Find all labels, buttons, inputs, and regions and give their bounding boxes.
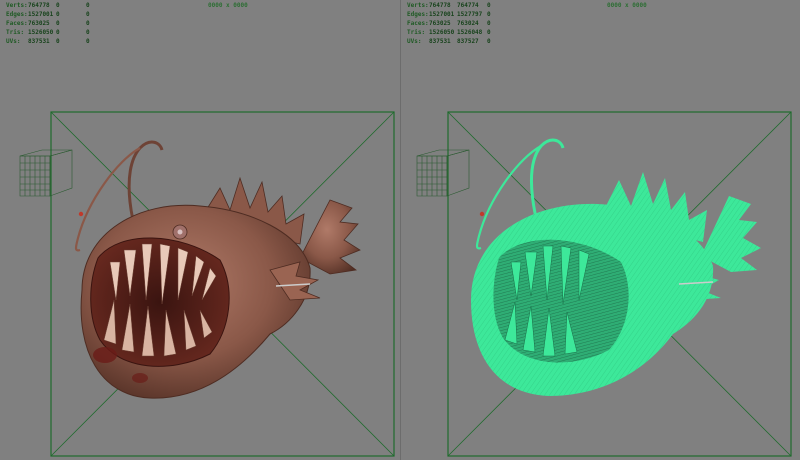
viewport-scene-left[interactable] bbox=[0, 0, 400, 460]
viewport-scene-right[interactable] bbox=[401, 0, 800, 460]
locator-marker[interactable] bbox=[78, 211, 84, 217]
locator-marker[interactable] bbox=[479, 211, 485, 217]
anglerfish-model[interactable] bbox=[74, 140, 361, 399]
view-cube-icon[interactable] bbox=[416, 149, 470, 197]
viewport-split: Verts: 764778 0 0 Edges: 1527001 0 0 Fac… bbox=[0, 0, 800, 460]
viewport-right[interactable]: Verts: 764778 764774 0 Edges: 1527001 15… bbox=[400, 0, 800, 460]
view-cube-icon[interactable] bbox=[19, 149, 73, 197]
viewport-left[interactable]: Verts: 764778 0 0 Edges: 1527001 0 0 Fac… bbox=[0, 0, 400, 460]
